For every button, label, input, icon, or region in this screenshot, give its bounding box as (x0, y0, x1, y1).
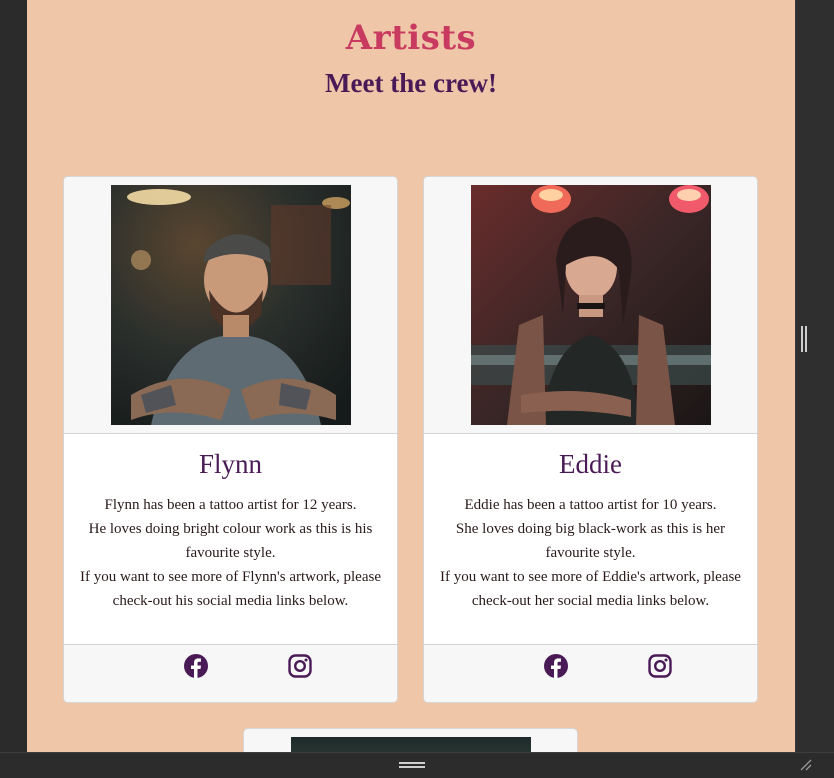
artist-photo-flynn (111, 185, 351, 425)
instagram-icon[interactable] (287, 653, 313, 679)
card-footer (424, 644, 757, 702)
bio-line: Eddie has been a tattoo artist for 10 ye… (464, 497, 717, 513)
bio-line: If you want to see more of Flynn's artwo… (80, 569, 381, 609)
bio-line: She loves doing big black-work as this i… (455, 521, 726, 561)
artist-bio: Flynn has been a tattoo artist for 12 ye… (74, 493, 387, 613)
artist-bio: Eddie has been a tattoo artist for 10 ye… (434, 493, 747, 613)
artist-photo-eddie (471, 185, 711, 425)
horizontal-resize-handle[interactable] (399, 762, 425, 768)
page-title: Artists (345, 18, 477, 58)
artist-card-partial (243, 728, 578, 752)
resize-grip-icon[interactable] (798, 757, 812, 771)
bio-line: If you want to see more of Eddie's artwo… (440, 569, 741, 609)
window-gutter-left (0, 0, 27, 752)
facebook-icon[interactable] (543, 653, 569, 679)
bottom-panel-bar (0, 752, 834, 778)
artist-card-eddie: Eddie Eddie has been a tattoo artist for… (423, 176, 758, 703)
bio-line: Flynn has been a tattoo artist for 12 ye… (104, 497, 357, 513)
artist-photo-partial (291, 737, 531, 752)
bio-line: He loves doing bright colour work as thi… (88, 521, 373, 561)
artist-name: Flynn (198, 449, 263, 479)
card-header (64, 177, 397, 434)
page-subtitle: Meet the crew! (325, 68, 497, 98)
page-viewport: Artists Meet the crew! Flynn Flynn has b… (27, 0, 795, 752)
side-panel-gutter (795, 0, 834, 752)
artist-card-flynn: Flynn Flynn has been a tattoo artist for… (63, 176, 398, 703)
artist-name: Eddie (559, 449, 622, 479)
card-footer (64, 644, 397, 702)
facebook-icon[interactable] (183, 653, 209, 679)
card-header (424, 177, 757, 434)
instagram-icon[interactable] (647, 653, 673, 679)
vertical-resize-handle[interactable] (801, 326, 808, 352)
